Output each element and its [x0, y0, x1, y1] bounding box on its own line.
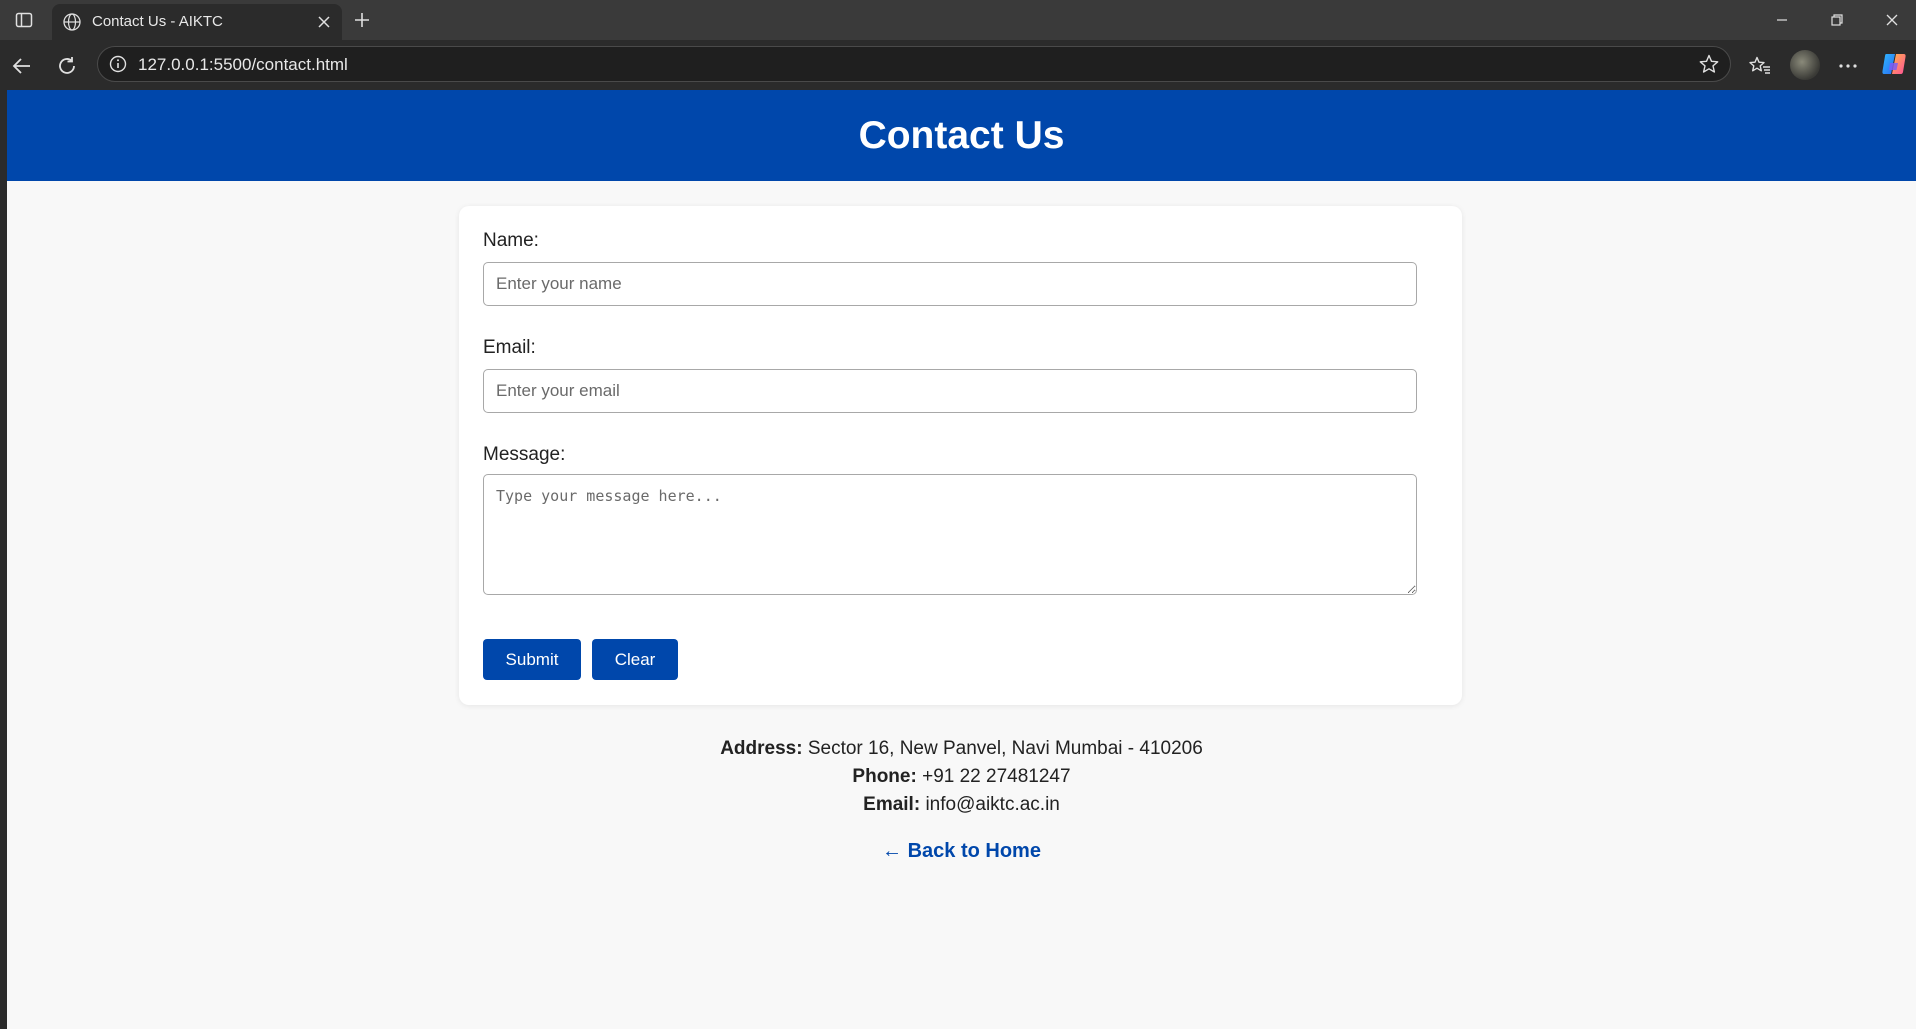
- close-icon[interactable]: [314, 12, 334, 32]
- window-close-icon[interactable]: [1872, 6, 1912, 34]
- email-input[interactable]: [483, 369, 1417, 413]
- sidebar-toggle-icon[interactable]: [12, 8, 36, 32]
- reload-icon[interactable]: [53, 52, 81, 80]
- message-textarea[interactable]: [483, 474, 1417, 595]
- browser-toolbar: 127.0.0.1:5500/contact.html: [0, 40, 1916, 90]
- star-icon[interactable]: [1698, 53, 1720, 75]
- favorites-icon[interactable]: [1745, 52, 1775, 80]
- info-icon[interactable]: [108, 54, 128, 74]
- page-viewport: Contact Us Name: Email: Message: Submit …: [7, 90, 1916, 1029]
- address-label: Address:: [720, 738, 803, 759]
- copilot-icon[interactable]: [1880, 50, 1908, 78]
- message-label: Message:: [483, 444, 566, 465]
- address-value: Sector 16, New Panvel, Navi Mumbai - 410…: [807, 738, 1203, 759]
- address-bar[interactable]: 127.0.0.1:5500/contact.html: [97, 46, 1731, 82]
- tab-title: Contact Us - AIKTC: [92, 13, 223, 30]
- globe-icon: [62, 12, 82, 32]
- arrow-left-icon[interactable]: [8, 52, 36, 80]
- url-text[interactable]: 127.0.0.1:5500/contact.html: [138, 55, 348, 75]
- name-input[interactable]: [483, 262, 1417, 306]
- restore-icon[interactable]: [1817, 6, 1857, 34]
- phone-line: Phone: +91 22 27481247: [7, 763, 1916, 791]
- contact-info: Address: Sector 16, New Panvel, Navi Mum…: [7, 735, 1916, 819]
- submit-button[interactable]: Submit: [483, 639, 581, 680]
- minimize-icon[interactable]: [1762, 6, 1802, 34]
- email-label: Email:: [483, 337, 536, 358]
- back-to-home-link[interactable]: ← Back to Home: [7, 840, 1916, 863]
- more-icon[interactable]: [1833, 52, 1863, 80]
- contact-form: Name: Email: Message: Submit Clear: [459, 206, 1462, 705]
- tab-strip: Contact Us - AIKTC: [0, 0, 1916, 40]
- email-line: Email: info@aiktc.ac.in: [7, 791, 1916, 819]
- profile-avatar[interactable]: [1790, 50, 1820, 80]
- page-header: Contact Us: [7, 90, 1916, 181]
- page-title: Contact Us: [858, 113, 1065, 157]
- clear-button[interactable]: Clear: [592, 639, 678, 680]
- contact-email-value: info@aiktc.ac.in: [925, 794, 1060, 815]
- name-label: Name:: [483, 230, 539, 251]
- contact-email-label: Email:: [863, 794, 921, 815]
- plus-icon[interactable]: [350, 8, 374, 32]
- phone-label: Phone:: [852, 766, 917, 787]
- phone-value: +91 22 27481247: [922, 766, 1071, 787]
- address-line: Address: Sector 16, New Panvel, Navi Mum…: [7, 735, 1916, 763]
- browser-tab[interactable]: Contact Us - AIKTC: [52, 4, 342, 40]
